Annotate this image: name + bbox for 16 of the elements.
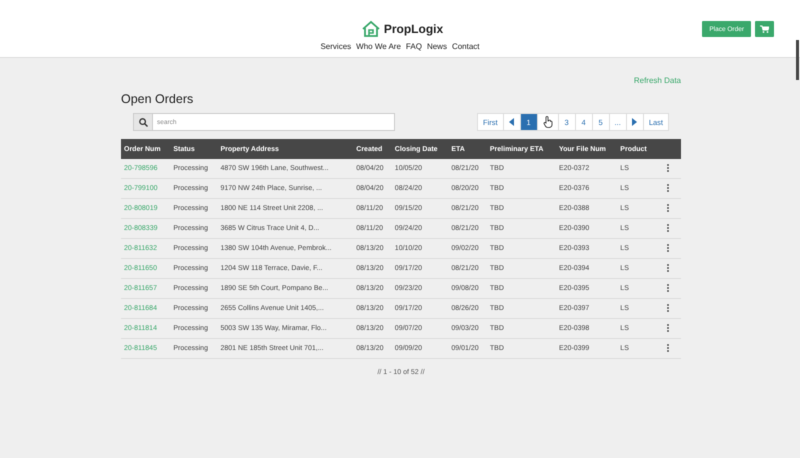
nav-link[interactable]: FAQ (406, 42, 422, 51)
search-button[interactable] (133, 113, 152, 131)
nav-link[interactable]: Contact (452, 42, 480, 51)
nav-link[interactable]: Who We Are (356, 42, 401, 51)
right-arrow-icon (632, 118, 638, 126)
page-title: Open Orders (121, 92, 194, 106)
house-logo-icon (360, 20, 381, 38)
cart-button[interactable] (755, 21, 774, 37)
left-arrow-icon (509, 118, 514, 126)
scrollbar-thumb[interactable] (796, 40, 799, 80)
nav-link[interactable]: Services (320, 42, 352, 51)
cart-icon (760, 25, 769, 33)
hand-cursor-icon (542, 116, 553, 128)
brand-name[interactable]: PropLogix (384, 22, 444, 36)
nav-link[interactable]: News (426, 42, 447, 51)
search-icon (138, 118, 148, 126)
